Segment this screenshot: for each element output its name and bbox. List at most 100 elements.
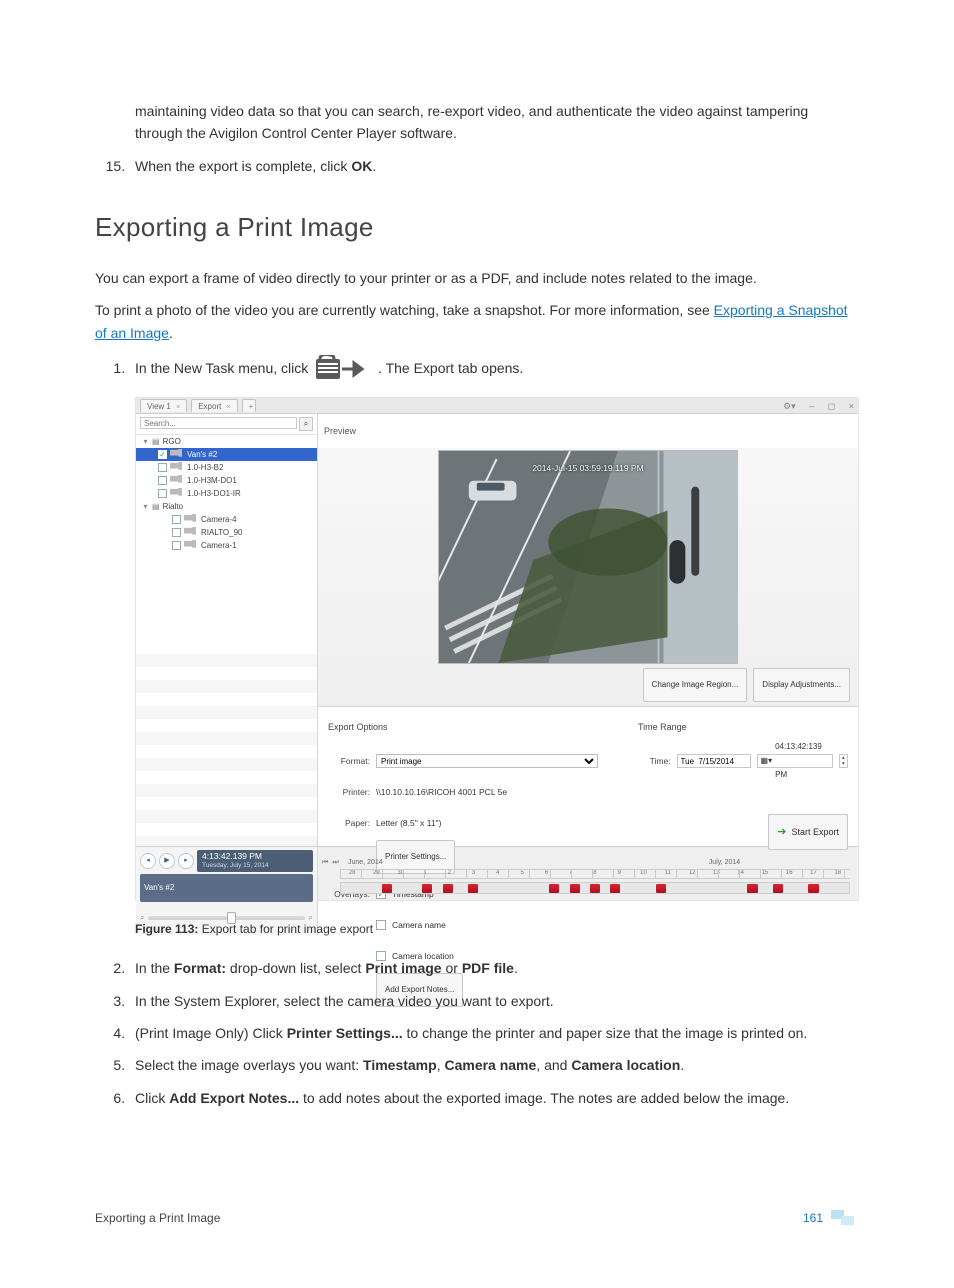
tab-export[interactable]: Export × bbox=[191, 399, 237, 412]
time-input[interactable]: ▦▾ 04:13:42:139 PM bbox=[757, 754, 833, 768]
timeline-date: 16 bbox=[777, 859, 801, 869]
timeline-date: 9 bbox=[607, 859, 631, 869]
time-input-value: 04:13:42:139 PM bbox=[775, 733, 829, 789]
gear-dropdown[interactable]: ⚙▾ bbox=[783, 401, 796, 411]
tab-view1[interactable]: View 1 × bbox=[140, 399, 187, 412]
new-task-icon bbox=[316, 355, 370, 383]
format-dropdown[interactable]: Print image bbox=[376, 754, 598, 768]
titlebar: View 1 × Export × + ⚙▾ – ◻ × bbox=[136, 398, 858, 414]
zoom-slider[interactable] bbox=[148, 916, 304, 920]
snapshot-para-a: To print a photo of the video you are cu… bbox=[95, 302, 714, 318]
timeline-nav-arrows[interactable]: ⏮⏭ bbox=[322, 849, 339, 877]
step-1: In the New Task menu, click . The Export… bbox=[129, 354, 859, 943]
timeline-date: 29 bbox=[364, 859, 388, 869]
tree-cam-6[interactable]: Camera-1 bbox=[136, 539, 317, 552]
timecard-time: 4:13:42.139 PM bbox=[202, 851, 308, 861]
caret-down-icon: ▾ bbox=[142, 493, 149, 521]
timeline-date: 13 bbox=[704, 859, 728, 869]
search-input[interactable] bbox=[140, 417, 297, 429]
figure-export-tab: View 1 × Export × + ⚙▾ – ◻ × bbox=[135, 397, 859, 901]
timeline-date: 11 bbox=[656, 859, 680, 869]
paper-value: Letter (8.5" x 11") bbox=[376, 809, 441, 837]
search-icon: ⌕ bbox=[304, 410, 308, 438]
time-spinner[interactable]: ▲▼ bbox=[839, 754, 848, 768]
step-15: When the export is complete, click OK. bbox=[129, 155, 859, 177]
transport-prev-button[interactable]: ◂ bbox=[140, 853, 156, 869]
checkbox-icon[interactable] bbox=[172, 528, 181, 537]
timeline-date: 7 bbox=[559, 859, 583, 869]
export-options-header: Export Options bbox=[328, 713, 598, 741]
checkbox-icon[interactable] bbox=[172, 515, 181, 524]
display-adjustments-button[interactable]: Display Adjustments... bbox=[753, 668, 850, 702]
timeline-track[interactable] bbox=[340, 882, 850, 894]
step-5: Select the image overlays you want: Time… bbox=[129, 1054, 859, 1076]
timeline-date: 8 bbox=[583, 859, 607, 869]
start-export-button[interactable]: ➔ Start Export bbox=[768, 814, 848, 850]
tree-camera-vans2[interactable]: Van's #2 bbox=[136, 448, 317, 461]
timeline-date: 2 bbox=[437, 859, 461, 869]
timeline-date: 30 bbox=[389, 859, 413, 869]
play-arrow-icon: ➔ bbox=[777, 818, 786, 846]
printer-value: \\10.10.10.16\RICOH 4001 PCL 5e bbox=[376, 778, 507, 806]
checkbox-icon[interactable] bbox=[158, 476, 167, 485]
timeline-date: 28 bbox=[340, 859, 364, 869]
step-6: Click Add Export Notes... to add notes a… bbox=[129, 1087, 859, 1109]
timeline-date: 17 bbox=[801, 859, 825, 869]
tree-empty-stripes bbox=[136, 641, 317, 847]
preview-illustration bbox=[439, 451, 737, 663]
timeline-timecard: 4:13:42.139 PM Tuesday, July 15, 2014 bbox=[197, 850, 313, 872]
step-4: (Print Image Only) Click Printer Setting… bbox=[129, 1022, 859, 1044]
timeline-date: 4 bbox=[486, 859, 510, 869]
chevron-down-icon: ▼ bbox=[840, 761, 847, 767]
lead-in-text: maintaining video data so that you can s… bbox=[135, 100, 859, 145]
tree-server-rgo[interactable]: ▾▤ RGO bbox=[136, 435, 317, 448]
checkbox-icon[interactable] bbox=[158, 463, 167, 472]
intro-paragraph: You can export a frame of video directly… bbox=[95, 267, 859, 289]
step15-ok: OK bbox=[351, 158, 372, 174]
timeline-date: 6 bbox=[534, 859, 558, 869]
timeline-date: 1 bbox=[413, 859, 437, 869]
step15-text-a: When the export is complete, click bbox=[135, 158, 351, 174]
tab-add[interactable]: + bbox=[242, 399, 256, 412]
system-explorer: ⌕ ▾▤ RGO Van's #2 1.0-H3-B2 1.0-H3M-DO1 … bbox=[136, 414, 318, 846]
timeline-date: 10 bbox=[631, 859, 655, 869]
paper-label: Paper: bbox=[328, 809, 370, 837]
timeline-date: 14 bbox=[729, 859, 753, 869]
format-label: Format: bbox=[328, 747, 370, 775]
step15-text-c: . bbox=[372, 158, 376, 174]
transport-play-button[interactable]: ▶ bbox=[159, 853, 175, 869]
timeline-track-area[interactable]: ⏮⏭ June, 2014July, 2014 2829301234567891… bbox=[318, 847, 858, 935]
window-maximize-button[interactable]: ◻ bbox=[828, 401, 835, 411]
search-button[interactable]: ⌕ bbox=[299, 417, 313, 431]
printer-label: Printer: bbox=[328, 778, 370, 806]
snapshot-para-b: . bbox=[169, 325, 173, 341]
checkbox-checked-icon[interactable] bbox=[158, 450, 167, 459]
snapshot-paragraph: To print a photo of the video you are cu… bbox=[95, 299, 859, 344]
date-input[interactable] bbox=[677, 754, 751, 768]
timeline-date: 5 bbox=[510, 859, 534, 869]
caret-down-icon: ▾ bbox=[142, 435, 149, 456]
timeline-ruler bbox=[340, 869, 850, 879]
page-number: 161 bbox=[803, 1209, 823, 1228]
transport-next-button[interactable]: ▸ bbox=[178, 853, 194, 869]
window-minimize-button[interactable]: – bbox=[809, 401, 814, 411]
footer-logo-mark bbox=[831, 1210, 859, 1228]
preview-timestamp-overlay: 2014-Jul-15 03:59:19.119 PM bbox=[532, 454, 643, 482]
calendar-icon: ▦▾ bbox=[761, 747, 773, 775]
preview-label: Preview bbox=[318, 414, 858, 448]
checkbox-icon[interactable] bbox=[172, 541, 181, 550]
change-image-region-button[interactable]: Change Image Region... bbox=[643, 668, 748, 702]
timeline-date: 18 bbox=[826, 859, 850, 869]
timeline-date: 3 bbox=[461, 859, 485, 869]
start-export-label: Start Export bbox=[791, 818, 839, 846]
window-close-button[interactable]: × bbox=[849, 401, 854, 411]
timeline-date: 15 bbox=[753, 859, 777, 869]
footer-title: Exporting a Print Image bbox=[95, 1209, 220, 1228]
step1-b: . The Export tab opens. bbox=[378, 360, 523, 376]
timeline-camera-label: Van's #2 bbox=[140, 874, 313, 902]
step1-a: In the New Task menu, click bbox=[135, 360, 312, 376]
page-footer: Exporting a Print Image 161 bbox=[95, 1209, 859, 1228]
preview-image: 2014-Jul-15 03:59:19.119 PM bbox=[438, 450, 738, 664]
time-label: Time: bbox=[638, 747, 671, 775]
timecard-date: Tuesday, July 15, 2014 bbox=[202, 861, 308, 871]
